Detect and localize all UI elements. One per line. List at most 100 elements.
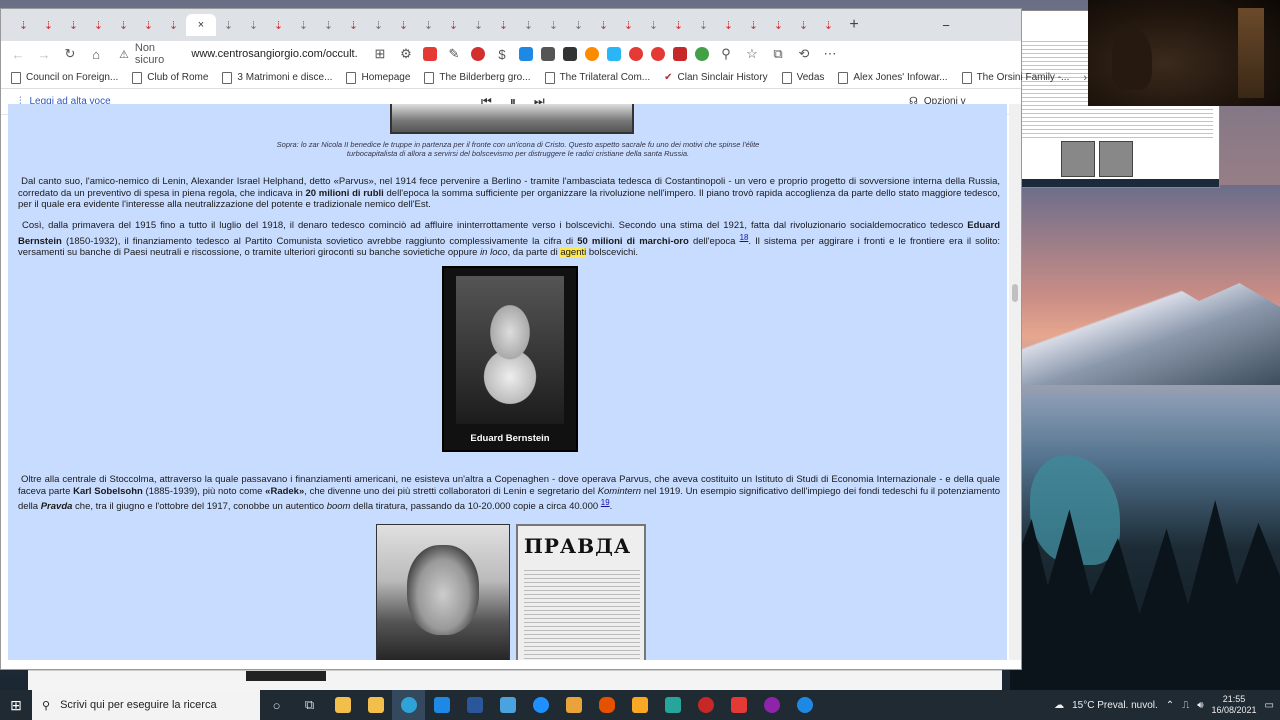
new-tab-button[interactable]: +: [841, 14, 867, 36]
more-icon[interactable]: ⋯: [821, 46, 839, 62]
address-bar[interactable]: ⚠ Non sicuro www.centrosangiorgio.com/oc…: [113, 42, 363, 66]
back-icon[interactable]: ←: [9, 47, 27, 62]
chevron-up-icon[interactable]: ⌃: [1166, 700, 1174, 711]
extension-icon[interactable]: [651, 47, 665, 61]
tab[interactable]: ⇣: [741, 14, 766, 36]
chevron-right-icon[interactable]: ›: [1083, 72, 1087, 84]
tab[interactable]: ⇣: [391, 14, 416, 36]
reload-icon[interactable]: ↻: [61, 46, 79, 62]
network-icon[interactable]: ⎍: [1182, 700, 1189, 711]
edge-icon[interactable]: [392, 690, 425, 720]
store-icon[interactable]: [359, 690, 392, 720]
tab[interactable]: ⇣: [691, 14, 716, 36]
home-icon[interactable]: ⌂: [87, 47, 105, 62]
settings-icon[interactable]: ⚙: [397, 46, 415, 62]
tab[interactable]: ⇣: [541, 14, 566, 36]
tab-active[interactable]: ×: [186, 14, 216, 36]
footnote-link[interactable]: 19: [601, 498, 610, 507]
file-explorer-icon[interactable]: [326, 690, 359, 720]
tab[interactable]: ⇣: [791, 14, 816, 36]
tab[interactable]: ⇣: [466, 14, 491, 36]
bookmark-item[interactable]: Club of Rome: [132, 71, 208, 84]
windows-start-icon[interactable]: ⊞: [0, 690, 32, 720]
bookmark-item[interactable]: Homepage: [346, 71, 410, 84]
internet-explorer-icon[interactable]: [524, 690, 557, 720]
tab[interactable]: ⇣: [11, 14, 36, 36]
tab[interactable]: ⇣: [341, 14, 366, 36]
extensions-puzzle-icon[interactable]: ⚲: [717, 46, 735, 62]
folder-icon[interactable]: [557, 690, 590, 720]
bookmark-item[interactable]: The Orsini Family -...: [961, 71, 1069, 84]
app-icon[interactable]: [623, 690, 656, 720]
tab[interactable]: ⇣: [716, 14, 741, 36]
tab[interactable]: ⇣: [566, 14, 591, 36]
cortana-icon[interactable]: ○: [260, 690, 293, 720]
tab[interactable]: ⇣: [36, 14, 61, 36]
page-scrollbar[interactable]: [1009, 104, 1021, 660]
read-view-icon[interactable]: ⊞: [371, 46, 389, 62]
tab[interactable]: ⇣: [241, 14, 266, 36]
tab[interactable]: ⇣: [766, 14, 791, 36]
tab[interactable]: ⇣: [161, 14, 186, 36]
extension-feather-icon[interactable]: ✎: [445, 46, 463, 62]
tab[interactable]: ⇣: [61, 14, 86, 36]
extension-icon[interactable]: [563, 47, 577, 61]
app-icon[interactable]: [689, 690, 722, 720]
app-icon[interactable]: [755, 690, 788, 720]
collections-icon[interactable]: ⧉: [769, 46, 787, 62]
tab[interactable]: ⇣: [666, 14, 691, 36]
tab[interactable]: ⇣: [291, 14, 316, 36]
tab[interactable]: ⇣: [416, 14, 441, 36]
extension-icon[interactable]: [541, 47, 555, 61]
bookmark-item[interactable]: Council on Foreign...: [11, 71, 118, 84]
task-view-icon[interactable]: ⧉: [293, 690, 326, 720]
tab[interactable]: ⇣: [616, 14, 641, 36]
app-icon[interactable]: [656, 690, 689, 720]
tab[interactable]: ⇣: [591, 14, 616, 36]
extension-icon[interactable]: [423, 47, 437, 61]
warning-icon[interactable]: ⚠: [119, 48, 129, 61]
mail-icon[interactable]: [425, 690, 458, 720]
security-label[interactable]: Non sicuro: [135, 42, 186, 66]
scrollbar-thumb[interactable]: [1012, 284, 1018, 302]
bookmark-item[interactable]: 3 Matrimoni e disce...: [222, 71, 332, 84]
extension-icon[interactable]: [519, 47, 533, 61]
extension-icon[interactable]: [629, 47, 643, 61]
tab[interactable]: ⇣: [366, 14, 391, 36]
app-icon[interactable]: [491, 690, 524, 720]
history-icon[interactable]: ⟲: [795, 46, 813, 62]
clock[interactable]: 21:55 16/08/2021: [1212, 694, 1257, 716]
tab[interactable]: ⇣: [641, 14, 666, 36]
app-icon[interactable]: [722, 690, 755, 720]
forward-icon[interactable]: →: [35, 47, 53, 62]
tab[interactable]: ⇣: [816, 14, 841, 36]
tab[interactable]: ⇣: [266, 14, 291, 36]
tab[interactable]: ⇣: [516, 14, 541, 36]
bookmark-item[interactable]: Vedas: [781, 71, 824, 84]
tab[interactable]: ⇣: [316, 14, 341, 36]
bookmark-item[interactable]: Alex Jones' Infowar...: [838, 71, 948, 84]
taskbar-search[interactable]: ⚲ Scrivi qui per eseguire la ricerca: [32, 690, 260, 720]
tab[interactable]: ⇣: [441, 14, 466, 36]
extension-icon[interactable]: [607, 47, 621, 61]
background-window[interactable]: [28, 670, 1002, 690]
extension-icon[interactable]: [695, 47, 709, 61]
tab[interactable]: ⇣: [111, 14, 136, 36]
weather-text[interactable]: 15°C Preval. nuvol.: [1072, 700, 1158, 711]
bookmark-item[interactable]: The Bilderberg gro...: [424, 71, 531, 84]
bookmark-item[interactable]: ✔ Clan Sinclair History: [664, 72, 767, 83]
record-icon[interactable]: [471, 47, 485, 61]
tab-close-icon[interactable]: ×: [198, 19, 204, 31]
weather-icon[interactable]: ☁: [1054, 700, 1064, 711]
tab[interactable]: ⇣: [491, 14, 516, 36]
tab[interactable]: ⇣: [136, 14, 161, 36]
app-icon[interactable]: [788, 690, 821, 720]
tab[interactable]: ⇣: [86, 14, 111, 36]
tab[interactable]: ⇣: [216, 14, 241, 36]
dollar-icon[interactable]: $: [493, 47, 511, 62]
notifications-icon[interactable]: ▭: [1265, 700, 1274, 711]
word-icon[interactable]: [458, 690, 491, 720]
extension-icon[interactable]: [585, 47, 599, 61]
volume-icon[interactable]: 🔊︎: [1197, 700, 1203, 711]
url-text[interactable]: www.centrosangiorgio.com/occult...: [191, 48, 357, 60]
